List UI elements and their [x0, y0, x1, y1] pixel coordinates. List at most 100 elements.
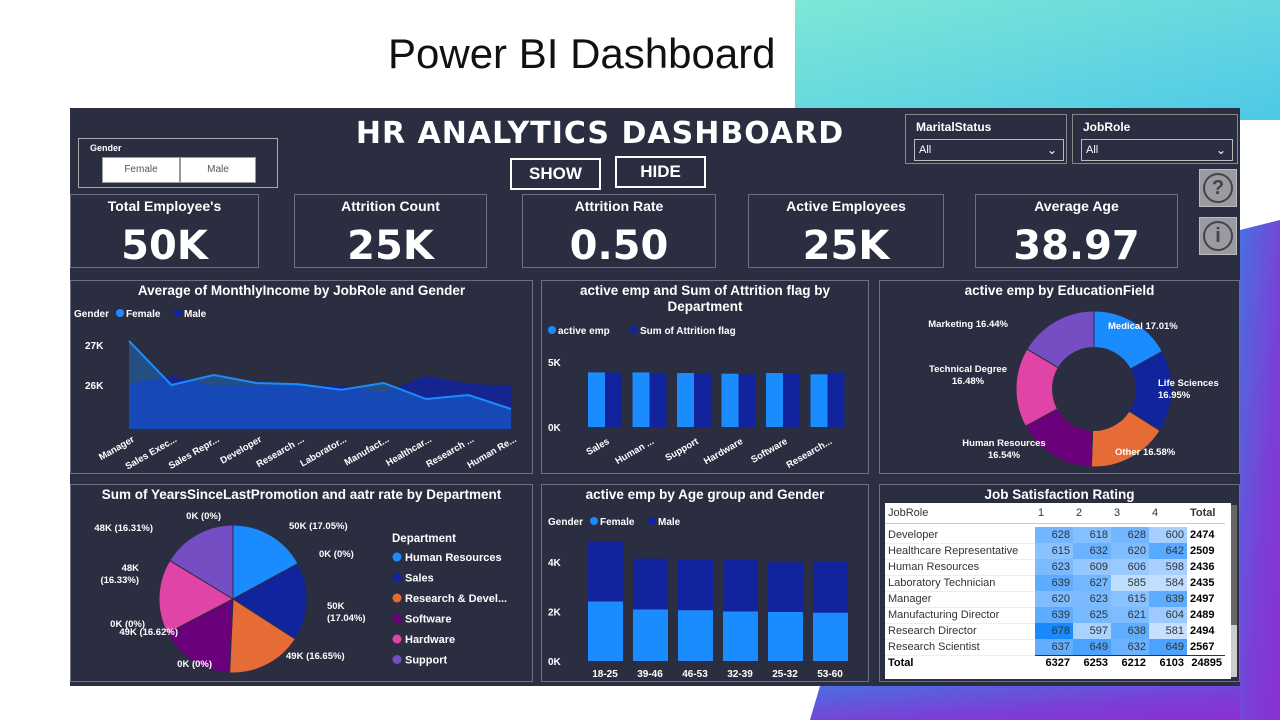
table-cell: 620: [1035, 591, 1073, 607]
info-button[interactable]: i: [1199, 217, 1237, 255]
x-tick-label: Research ...: [255, 434, 307, 470]
kpi-label: Attrition Count: [341, 198, 440, 214]
x-tick-label: Manufact...: [343, 434, 391, 468]
table-cell: 625: [1073, 607, 1111, 623]
column-header[interactable]: 1: [1035, 503, 1073, 524]
table-cell: 2509: [1190, 545, 1215, 557]
kpi-value: 50K: [121, 223, 208, 269]
jobrole-dropdown[interactable]: All ⌄: [1081, 139, 1233, 161]
gender-option-female[interactable]: Female: [102, 157, 180, 183]
table-row[interactable]: Human Resources 623 609 606 598 2436: [885, 559, 1225, 576]
bar-male: [813, 561, 848, 613]
marital-slicer-label: MaritalStatus: [916, 120, 992, 134]
hr-dashboard: Gender Female Male HR ANALYTICS DASHBOAR…: [70, 108, 1240, 686]
table-cell: 639: [1035, 575, 1073, 591]
slide-title: Power BI Dashboard: [388, 30, 776, 77]
bar-attrition: [783, 373, 800, 427]
table-cell: 597: [1073, 623, 1111, 639]
table-cell: 623: [1035, 559, 1073, 575]
legend-label: Female: [600, 517, 635, 528]
legend-title: Department: [392, 533, 456, 545]
table-cell: 618: [1073, 527, 1111, 543]
bar-male: [633, 558, 668, 610]
column-header[interactable]: 2: [1073, 503, 1111, 524]
table-row[interactable]: Manufacturing Director 639 625 621 604 2489: [885, 607, 1225, 624]
legend-marker: [392, 614, 402, 623]
help-button[interactable]: ?: [1199, 169, 1237, 207]
slice-label: 0K (0%): [186, 511, 221, 522]
jobrole-value: All: [1086, 144, 1099, 156]
table-cell: 2489: [1190, 609, 1215, 621]
bar-attrition: [649, 373, 667, 427]
table-row[interactable]: Developer 628 618 628 600 2474: [885, 527, 1225, 544]
table-cell: 2497: [1190, 593, 1215, 605]
slice-label: 50K (17.05%): [289, 521, 348, 532]
row-label: Manager: [885, 591, 1035, 608]
jobrole-slicer: JobRole All ⌄: [1072, 114, 1238, 164]
x-tick-label: 39-46: [637, 669, 663, 680]
hide-button[interactable]: HIDE: [615, 156, 706, 188]
table-cell: 2435: [1190, 577, 1215, 589]
x-tick-label: 32-39: [727, 669, 753, 680]
table-cell: 598: [1149, 559, 1187, 575]
bar-female: [633, 609, 668, 661]
kpi-value: 25K: [802, 223, 890, 269]
marital-value: All: [919, 144, 932, 156]
bar-male: [723, 559, 758, 612]
table-row[interactable]: Laboratory Technician 639 627 585 584 2435: [885, 575, 1225, 592]
row-label: Manufacturing Director: [885, 607, 1035, 624]
total-cell: 24895: [1187, 654, 1225, 671]
column-header[interactable]: Total: [1187, 503, 1225, 524]
legend-marker: [392, 573, 402, 582]
table-cell: 632: [1073, 543, 1111, 559]
table-row[interactable]: Research Director 678 597 638 581 2494: [885, 623, 1225, 640]
gender-slicer: Gender Female Male: [78, 138, 278, 188]
table-cell: 639: [1035, 607, 1073, 623]
slice-label: 48K: [122, 563, 140, 574]
table-cell: 649: [1073, 639, 1111, 655]
kpi-average-age: Average Age 38.97: [975, 194, 1178, 269]
slice-label: Technical Degree: [929, 364, 1007, 375]
table-cell: 600: [1149, 527, 1187, 543]
slice-label: 50K: [327, 601, 345, 612]
column-header[interactable]: 4: [1149, 503, 1187, 524]
bar-attrition: [605, 372, 622, 427]
kpi-value: 0.50: [569, 223, 669, 269]
bar-active: [588, 372, 605, 427]
legend-title: Gender: [74, 309, 109, 320]
x-tick-label: 46-53: [682, 669, 708, 680]
row-label: Developer: [885, 527, 1035, 544]
legend-label: Hardware: [405, 634, 455, 646]
show-button[interactable]: SHOW: [510, 158, 601, 190]
slice-label: Life Sciences: [1158, 378, 1219, 389]
column-header[interactable]: JobRole: [885, 503, 1035, 524]
x-tick-label: 18-25: [592, 669, 618, 680]
bar-active: [677, 373, 694, 427]
donut-hole: [1052, 347, 1136, 431]
table-cell: 639: [1149, 591, 1187, 607]
legend-label: Research & Devel...: [405, 593, 507, 605]
table-row[interactable]: Research Scientist 637 649 632 649 2567: [885, 639, 1225, 656]
table-cell: 628: [1111, 527, 1149, 543]
kpi-active-employees: Active Employees 25K: [748, 194, 944, 269]
table-total-row: Total 6327 6253 6212 6103 24895: [885, 654, 1225, 671]
marital-dropdown[interactable]: All ⌄: [914, 139, 1064, 161]
table-cell: 581: [1149, 623, 1187, 639]
column-header[interactable]: 3: [1111, 503, 1149, 524]
legend-marker: [392, 552, 402, 562]
slice-label: 48K (16.31%): [94, 523, 153, 534]
table-body[interactable]: JobRole 1 2 3 4 Total Developer 628 618 628 600 247…: [885, 503, 1231, 679]
legend-marker: [648, 517, 656, 525]
table-cell: 2474: [1190, 529, 1215, 541]
kpi-attrition-rate: Attrition Rate 0.50: [522, 194, 716, 269]
kpi-label: Average Age: [1034, 198, 1119, 214]
slice-label: 49K (16.65%): [286, 651, 345, 662]
table-row[interactable]: Healthcare Representative 615 632 620 642 250…: [885, 543, 1225, 560]
x-tick-label: Support: [663, 436, 701, 464]
table-row[interactable]: Manager 620 623 615 639 2497: [885, 591, 1225, 608]
x-tick-label: 53-60: [817, 669, 843, 680]
gender-option-male[interactable]: Male: [180, 157, 256, 183]
table-scrollbar[interactable]: [1231, 505, 1237, 677]
legend-label: Sum of Attrition flag: [640, 326, 736, 337]
legend-label: Male: [184, 309, 207, 320]
